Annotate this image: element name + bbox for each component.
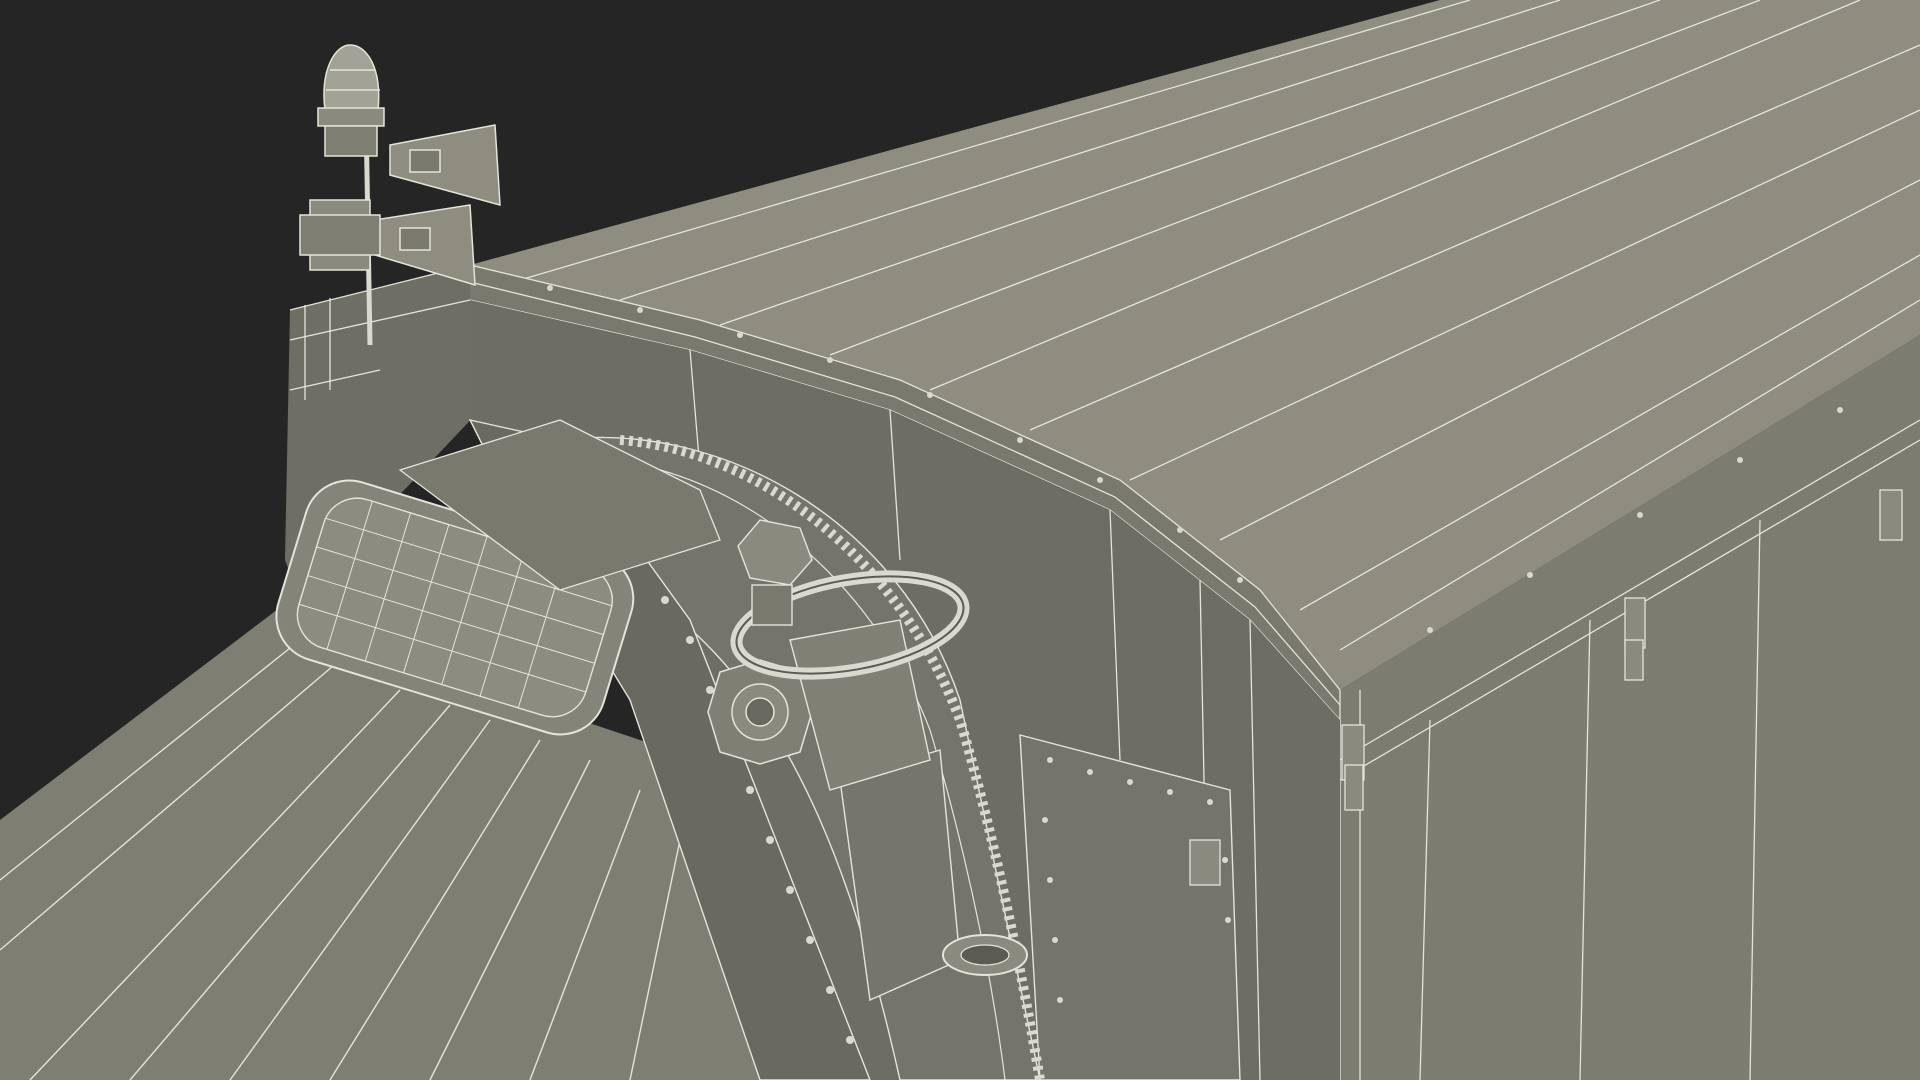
pipe-clamp-hole [960, 944, 1010, 966]
end-wall-door-panel [1019, 734, 1241, 1080]
wireframe-scene [0, 0, 1920, 1080]
